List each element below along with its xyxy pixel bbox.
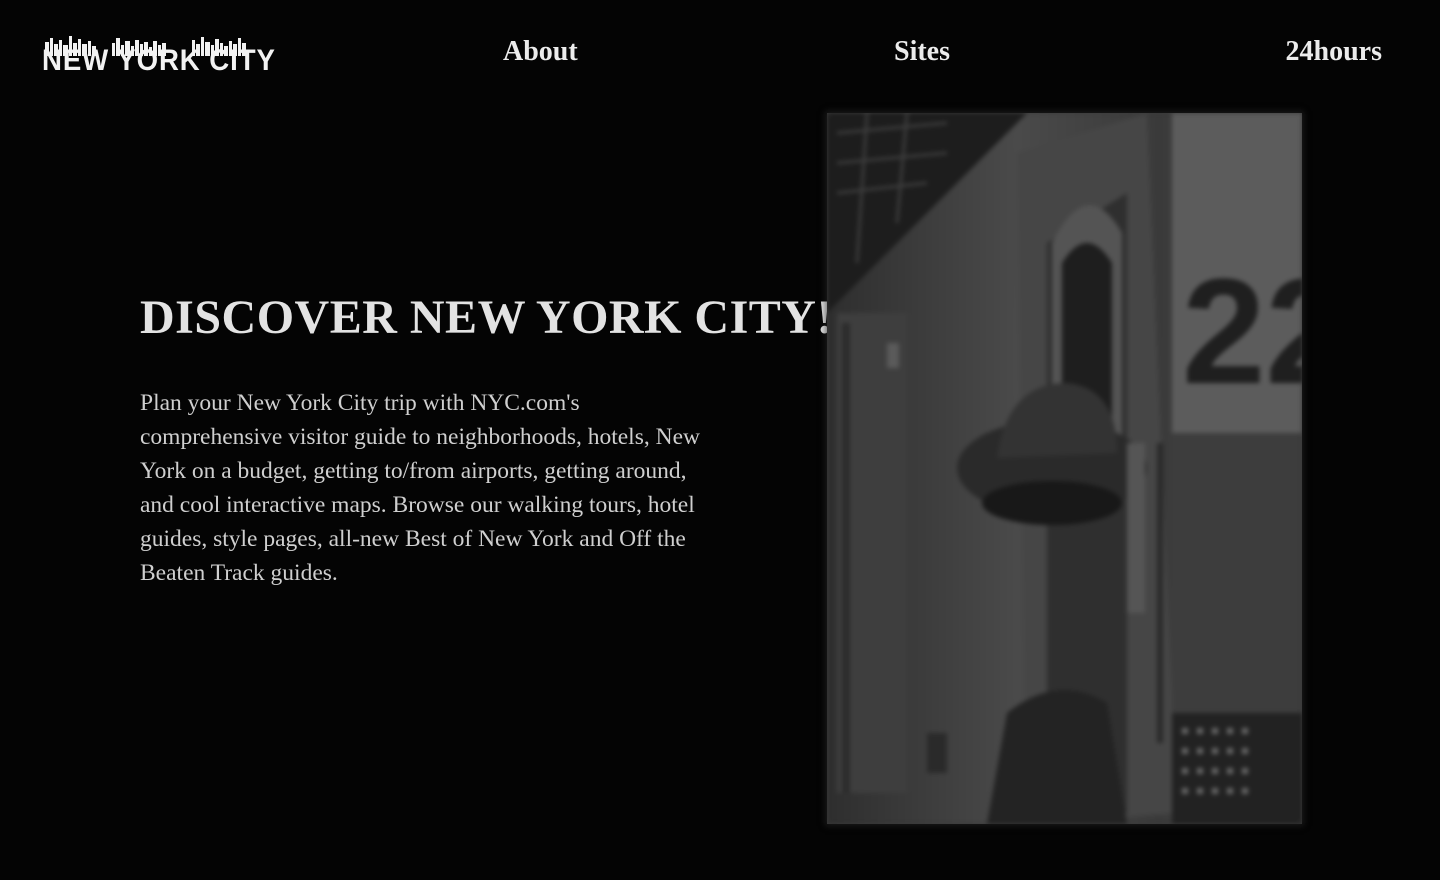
- nav-link-24hours[interactable]: 24hours: [1286, 36, 1382, 68]
- car-number: 228: [1182, 247, 1302, 415]
- hero-title: DISCOVER NEW YORK CITY!: [140, 291, 833, 344]
- subway-photo-image: 228: [827, 113, 1302, 824]
- hero-photo: 228: [827, 113, 1302, 824]
- hero-description: Plan your New York City trip with NYC.co…: [140, 390, 700, 586]
- nav-link-sites[interactable]: Sites: [894, 36, 950, 68]
- logo-text: NEW YORK CITY: [42, 44, 276, 77]
- logo[interactable]: NEW YORK CITY: [42, 34, 275, 78]
- nav-link-about[interactable]: About: [503, 36, 578, 68]
